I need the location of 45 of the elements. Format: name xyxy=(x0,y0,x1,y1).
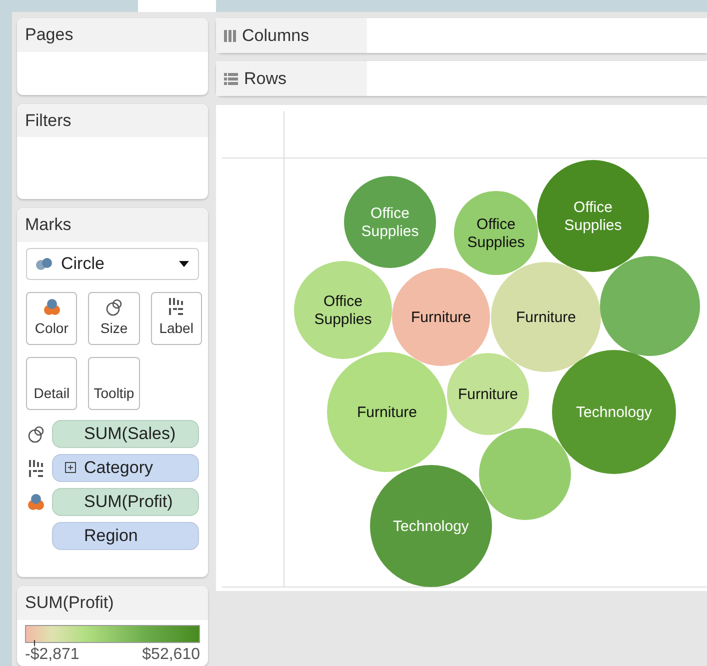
pill-label: Category xyxy=(84,457,153,480)
bubble-label: Furniture xyxy=(356,404,418,421)
bubble[interactable] xyxy=(454,191,538,275)
circles-icon xyxy=(35,256,53,271)
card-title: Marks xyxy=(17,208,208,242)
field-pill[interactable]: Region xyxy=(52,522,199,550)
mark-card-button[interactable]: Size xyxy=(88,292,140,345)
pill-label: SUM(Sales) xyxy=(84,423,176,446)
bubble-label: Office Supplies xyxy=(564,199,622,234)
shelf-label: Rows xyxy=(244,68,287,90)
mark-card-button[interactable]: Color xyxy=(26,292,78,345)
bubble-label: Furniture xyxy=(410,309,472,326)
field-pill[interactable]: SUM(Profit) xyxy=(52,488,199,516)
mark-type-dropdown[interactable]: Circle xyxy=(26,248,199,280)
bubble-label: Furniture xyxy=(458,386,518,403)
bubble[interactable] xyxy=(294,261,392,359)
bubble-label: Office Supplies xyxy=(467,216,525,251)
card-title: Pages xyxy=(17,18,208,52)
bubble-label: Furniture xyxy=(516,309,576,326)
bubble[interactable] xyxy=(447,353,529,435)
card-title: SUM(Profit) xyxy=(17,586,208,620)
shelf-label: Columns xyxy=(242,24,310,47)
field-pill[interactable]: Category xyxy=(52,454,199,482)
bubble-label: Office Supplies xyxy=(361,205,419,240)
pill-label: Region xyxy=(84,525,138,548)
caret-icon xyxy=(178,260,190,268)
rows-icon xyxy=(223,72,239,86)
mark-card-button[interactable]: Tooltip xyxy=(88,356,140,410)
bubble-label: Technology xyxy=(393,518,469,535)
card-title: Filters xyxy=(17,104,208,138)
pill-label: SUM(Profit) xyxy=(84,491,173,514)
color-icon xyxy=(42,298,61,316)
mark-card-button[interactable]: Label xyxy=(150,292,202,345)
columns-icon xyxy=(223,28,237,42)
color-icon xyxy=(27,492,45,511)
bubble-label: Office Supplies xyxy=(314,293,372,328)
size-icon xyxy=(104,298,123,316)
legend-max: $52,610 xyxy=(142,644,200,664)
field-pill[interactable]: SUM(Sales) xyxy=(52,420,199,448)
size-icon xyxy=(27,424,45,443)
mark-card-button[interactable]: Detail xyxy=(26,356,78,410)
expand-icon[interactable] xyxy=(65,462,76,474)
legend-min: -$2,871 xyxy=(25,644,80,664)
bubble-label: Technology xyxy=(576,404,652,421)
mark-type-value: Circle xyxy=(61,253,106,276)
